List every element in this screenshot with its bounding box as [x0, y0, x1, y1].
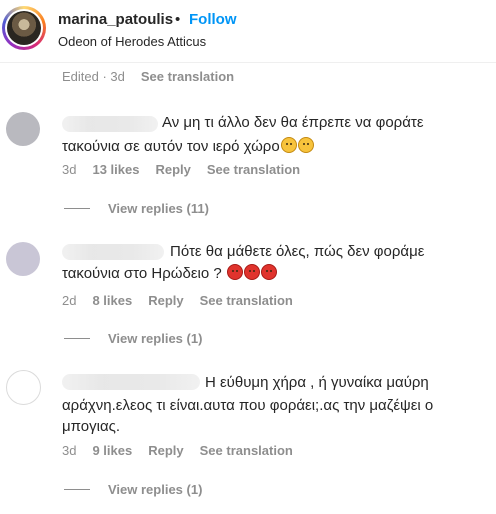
- comment-text: Πότε θα μάθετε όλες, πώς δεν φοράμε: [170, 243, 425, 260]
- location-link[interactable]: Odeon of Herodes Atticus: [58, 34, 206, 49]
- avatar-border: [5, 9, 43, 47]
- comment-time: 3d: [62, 443, 77, 458]
- see-translation-link[interactable]: See translation: [207, 162, 300, 177]
- reply-button[interactable]: Reply: [155, 162, 190, 177]
- commenter-avatar[interactable]: [6, 242, 40, 276]
- header-divider: [0, 62, 496, 63]
- view-replies-button[interactable]: View replies (1): [108, 482, 202, 497]
- view-replies-button[interactable]: View replies (1): [108, 331, 202, 346]
- redacted-username: [62, 116, 158, 132]
- avatar-image: [7, 11, 41, 45]
- comment-meta: 3d 13 likes Reply See translation: [62, 162, 316, 177]
- view-replies-button[interactable]: View replies (11): [108, 201, 209, 216]
- profile-avatar[interactable]: [2, 6, 46, 50]
- comment-time: 2d: [62, 293, 77, 308]
- comment-meta: 3d 9 likes Reply See translation: [62, 443, 309, 458]
- likes-count[interactable]: 13 likes: [92, 162, 139, 177]
- see-translation-link[interactable]: See translation: [141, 69, 234, 84]
- see-translation-link[interactable]: See translation: [200, 293, 293, 308]
- post-header: marina_patoulis • Follow Odeon of Herode…: [0, 0, 496, 62]
- angry-face-emoji: [260, 264, 277, 280]
- angry-face-emoji: [243, 264, 260, 280]
- comment-text-cont: τακούνια σε αυτόν τον ιερό χώρο: [62, 135, 314, 159]
- reply-button[interactable]: Reply: [148, 293, 183, 308]
- username-link[interactable]: marina_patoulis: [58, 11, 173, 28]
- commenter-avatar[interactable]: [6, 112, 40, 146]
- commenter-avatar[interactable]: [6, 370, 41, 405]
- follow-button[interactable]: Follow: [189, 11, 237, 28]
- separator-dot: •: [175, 11, 181, 28]
- replies-line: [64, 338, 90, 339]
- sad-face-emoji: [280, 137, 297, 153]
- redacted-username: [62, 374, 200, 390]
- comment-time: 3d: [62, 162, 77, 177]
- likes-count[interactable]: 9 likes: [92, 443, 132, 458]
- comment-text: Αν μη τι άλλο δεν θα έπρεπε να φοράτε: [162, 114, 424, 131]
- comment-meta: 2d 8 likes Reply See translation: [62, 293, 309, 308]
- caption-meta: Edited · 3d See translation: [62, 69, 250, 84]
- reply-button[interactable]: Reply: [148, 443, 183, 458]
- comment-text: Η εύθυμη χήρα , ή γυναίκα μαύρη: [205, 374, 429, 391]
- comment-text-cont: τακούνια στο Ηρώδειο ?: [62, 262, 277, 286]
- replies-line: [64, 489, 90, 490]
- sad-face-emoji: [297, 137, 314, 153]
- redacted-username: [62, 244, 164, 260]
- comment-text-cont: μπογιας.: [62, 418, 121, 435]
- edited-label: Edited · 3d: [62, 69, 125, 84]
- see-translation-link[interactable]: See translation: [200, 443, 293, 458]
- replies-line: [64, 208, 90, 209]
- angry-face-emoji: [226, 264, 243, 280]
- likes-count[interactable]: 8 likes: [92, 293, 132, 308]
